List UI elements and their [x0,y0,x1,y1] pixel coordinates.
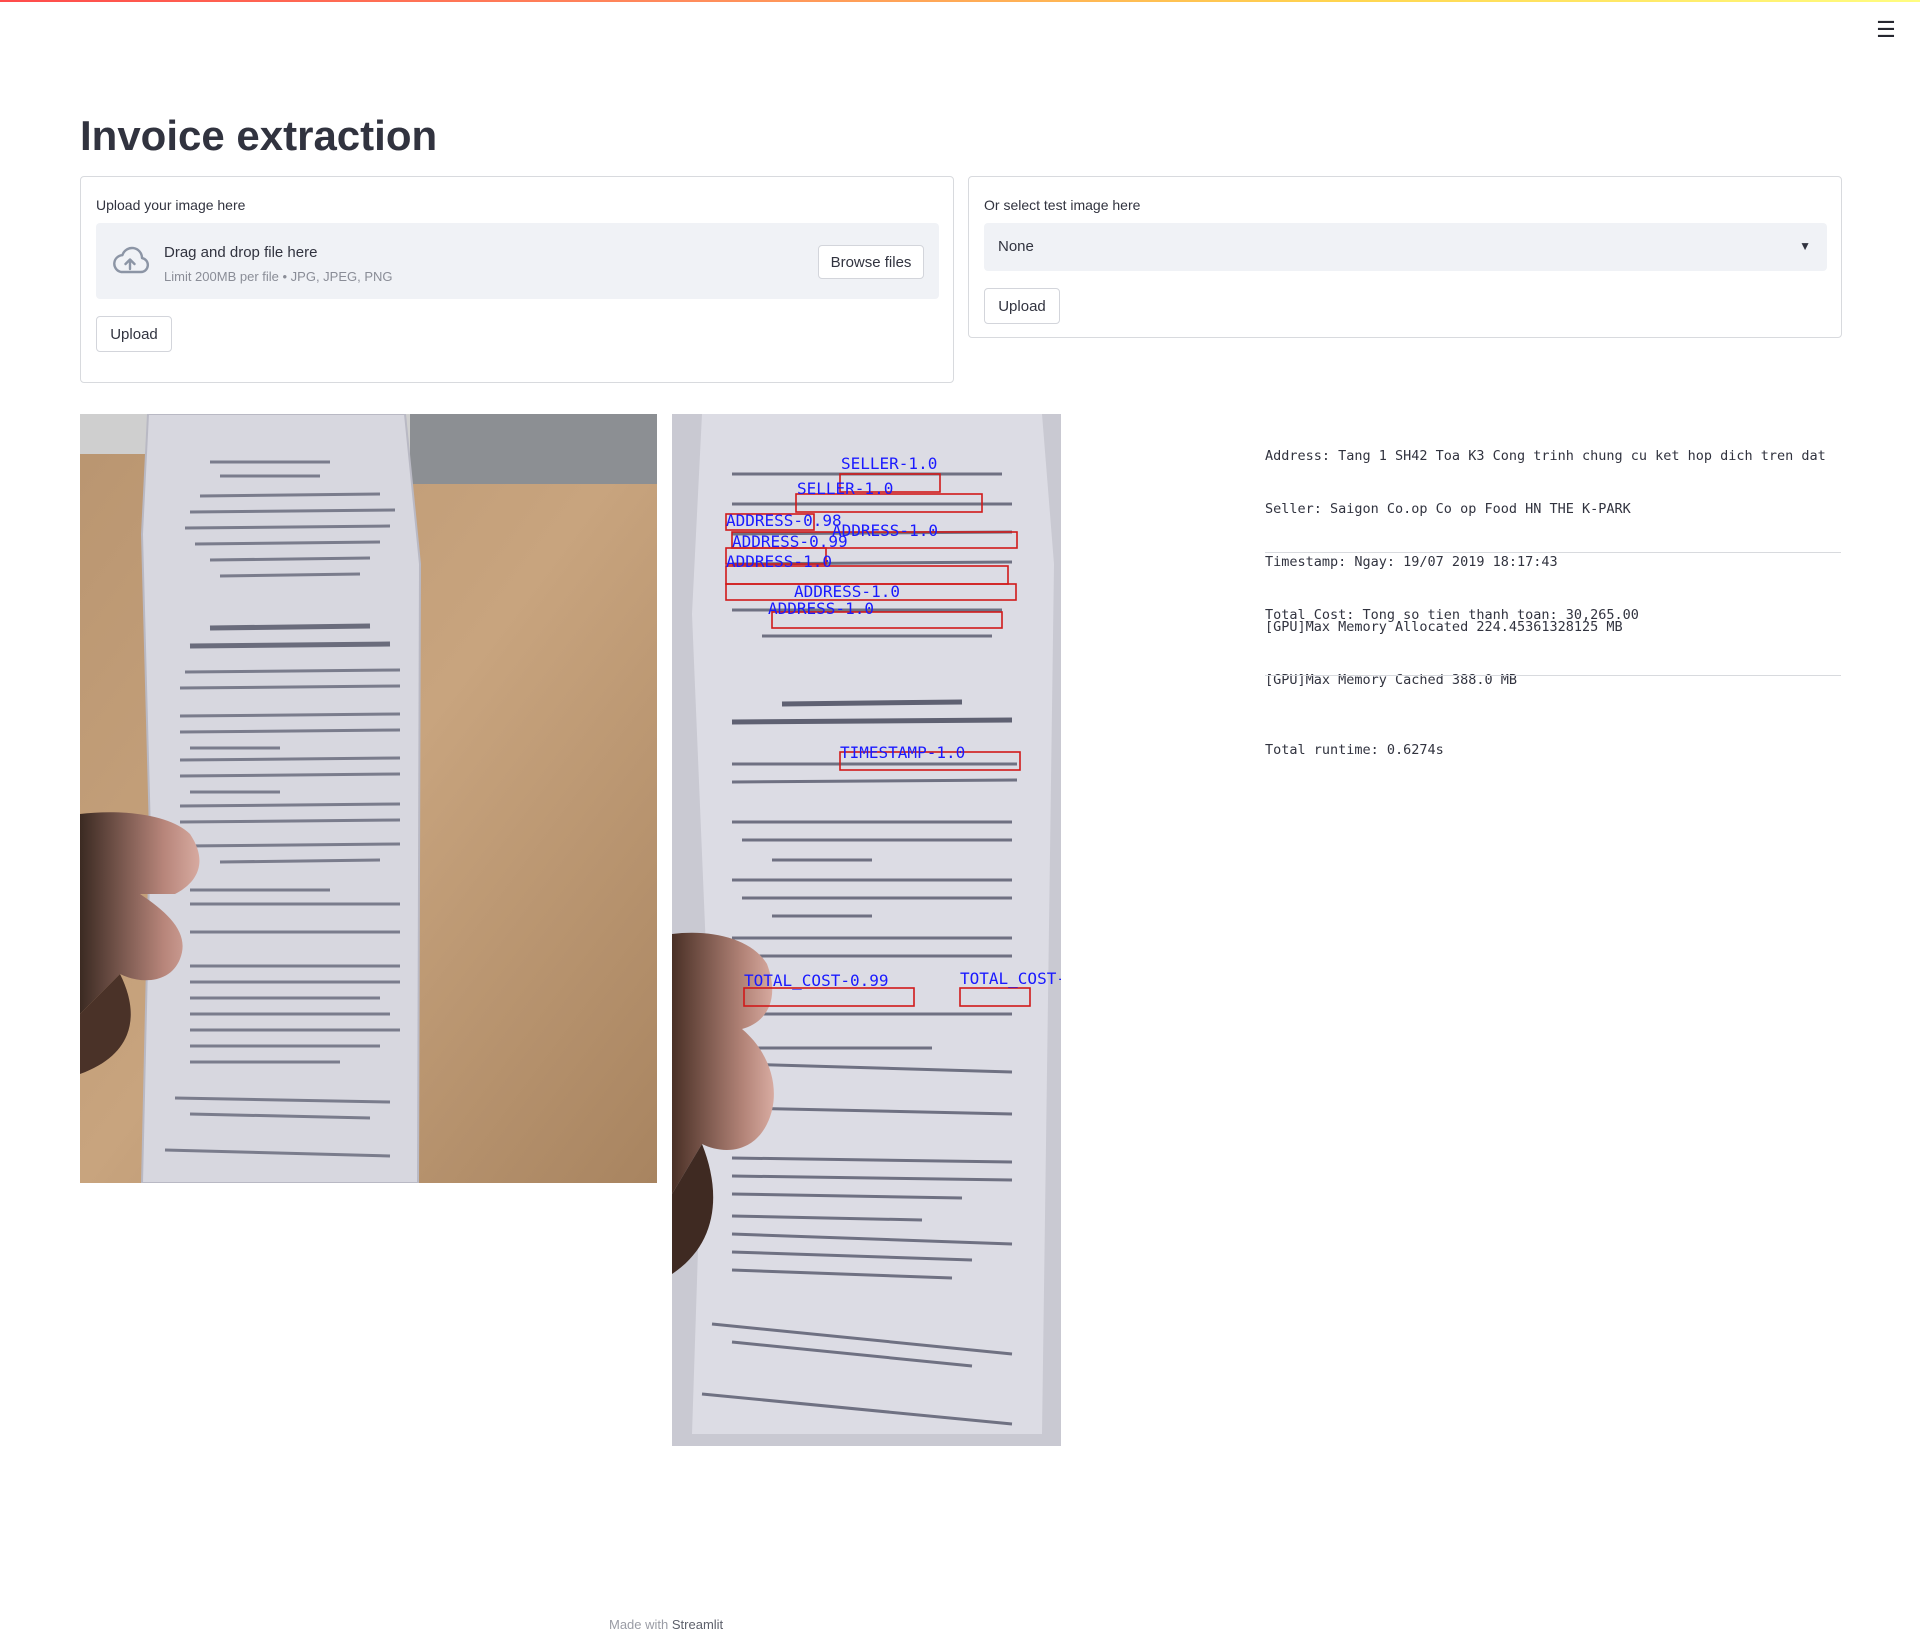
test-image-panel: Or select test image here None ▼ Upload [968,176,1842,338]
test-upload-button[interactable]: Upload [984,288,1060,324]
divider [1265,552,1841,553]
annotation-label: TIMESTAMP-1.0 [840,743,965,762]
extracted-address: Address: Tang 1 SH42 Toa K3 Cong trinh c… [1265,448,1826,464]
annotation-label: TOTAL_COST- [960,969,1061,988]
footer: Made with Streamlit [609,1617,723,1632]
cloud-upload-icon [113,246,150,274]
page-title: Invoice extraction [80,112,438,159]
annotation-label: ADDRESS-1.0 [768,599,874,618]
dropzone-title: Drag and drop file here [164,244,318,261]
extracted-seller: Seller: Saigon Co.op Co op Food HN THE K… [1265,501,1631,517]
annotation-label: ADDRESS-1.0 [726,552,832,571]
annotation-label: ADDRESS-0.99 [732,532,848,551]
top-decoration-bar [0,0,1920,2]
upload-button[interactable]: Upload [96,316,172,352]
footer-prefix: Made with [609,1617,669,1632]
dropzone-subtitle: Limit 200MB per file • JPG, JPEG, PNG [164,269,393,284]
divider [1265,675,1841,676]
file-dropzone[interactable]: Drag and drop file here Limit 200MB per … [96,223,939,299]
gpu-stats: [GPU]Max Memory Allocated 224.4536132812… [1265,585,1841,707]
annotation-label: ADDRESS-1.0 [832,521,938,540]
upload-panel: Upload your image here Drag and drop fil… [80,176,954,383]
test-image-select[interactable]: None ▼ [984,223,1827,271]
annotated-receipt-image: SELLER-1.0 SELLER-1.0 ADDRESS-0.98 ADDRE… [672,414,1061,1446]
extracted-timestamp: Timestamp: Ngay: 19/07 2019 18:17:43 [1265,554,1558,570]
test-image-panel-label: Or select test image here [984,197,1141,213]
annotation-label: TOTAL_COST-0.99 [744,971,889,990]
total-runtime: Total runtime: 0.6274s [1265,742,1444,758]
test-image-selected-value: None [998,238,1034,255]
footer-streamlit-link[interactable]: Streamlit [672,1617,723,1632]
annotation-label: SELLER-1.0 [797,479,893,498]
browse-files-button[interactable]: Browse files [818,245,924,279]
runtime-output: Total runtime: 0.6274s [1265,708,1841,777]
hamburger-menu-icon[interactable]: ☰ [1872,16,1900,44]
gpu-memory-cached: [GPU]Max Memory Cached 388.0 MB [1265,672,1517,688]
original-receipt-image [80,414,657,1183]
chevron-down-icon: ▼ [1799,239,1811,253]
upload-panel-label: Upload your image here [96,197,246,213]
gpu-memory-allocated: [GPU]Max Memory Allocated 224.4536132812… [1265,619,1623,635]
annotation-label: SELLER-1.0 [841,454,937,473]
annotation-label: ADDRESS-0.98 [726,511,842,530]
